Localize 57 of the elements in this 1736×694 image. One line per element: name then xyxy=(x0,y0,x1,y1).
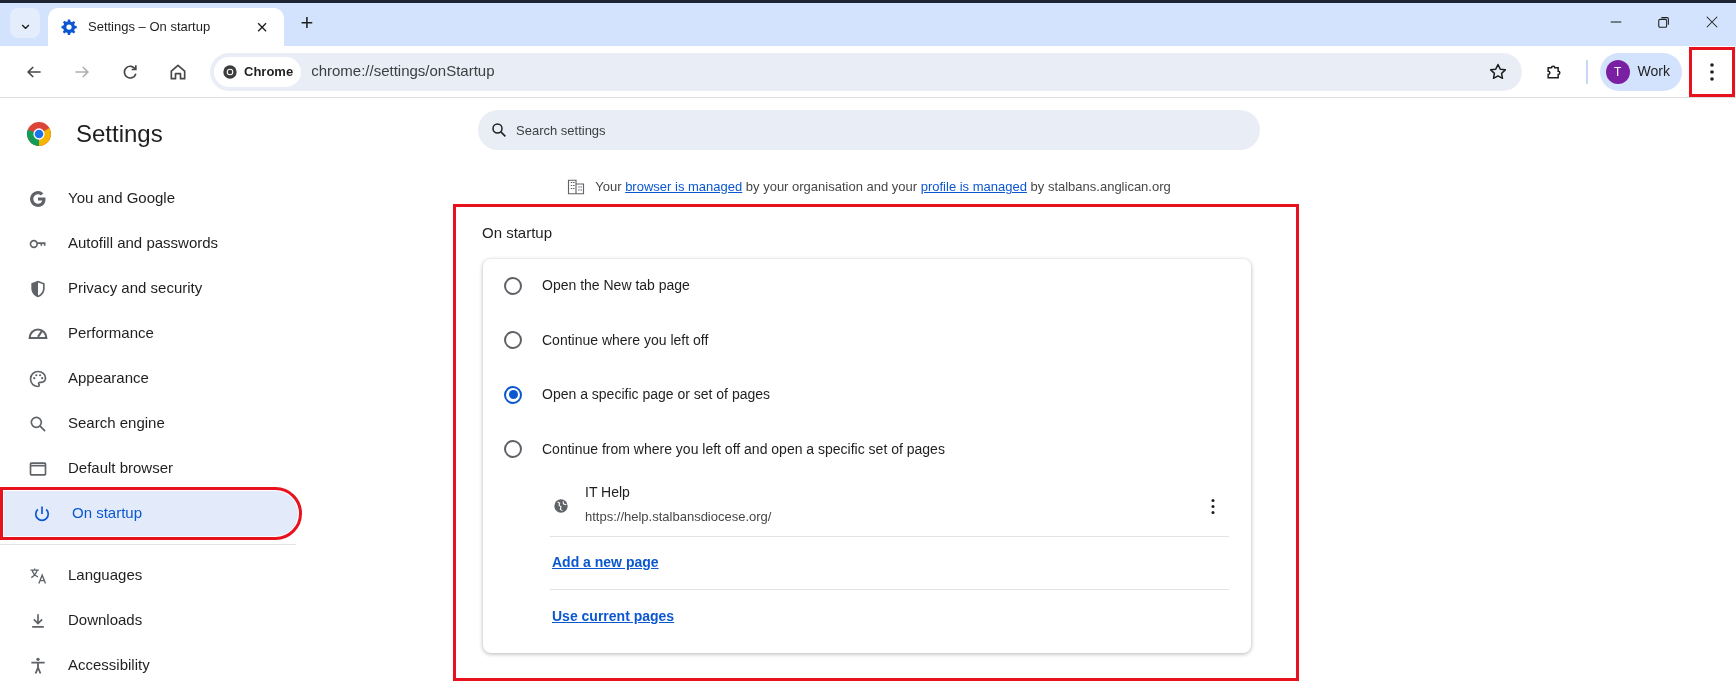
managed-notice: Your browser is managed by your organisation and your profile is managed by stalbans.anglican.org xyxy=(595,178,1171,197)
address-bar[interactable]: Chrome chrome://settings/onStartup xyxy=(210,52,1522,91)
close-icon[interactable] xyxy=(1705,15,1719,29)
menu-button[interactable] xyxy=(1692,49,1732,94)
sidebar-item[interactable]: Search engine xyxy=(0,401,298,446)
speedometer-icon xyxy=(28,328,48,339)
sidebar-item[interactable]: Appearance xyxy=(0,356,298,401)
option-label: Continue from where you left off and open a specific set of pages xyxy=(542,439,945,459)
sidebar-item[interactable]: Performance xyxy=(0,311,298,356)
chrome-logo-icon xyxy=(222,63,238,80)
option-label: Continue where you left off xyxy=(542,330,709,350)
profile-button[interactable]: T Work xyxy=(1599,52,1682,91)
person-icon xyxy=(28,655,48,676)
search-field[interactable]: Search settings xyxy=(478,110,1260,150)
more-vertical-icon[interactable] xyxy=(1211,497,1215,515)
palette-icon xyxy=(28,368,48,389)
building-icon xyxy=(567,178,586,196)
section-title: On startup xyxy=(482,223,554,243)
option-label: Open a specific page or set of pages xyxy=(542,385,771,405)
radio-button[interactable] xyxy=(504,385,522,404)
page-name: IT Help xyxy=(585,482,631,502)
option-label: Open the New tab page xyxy=(542,276,690,296)
link[interactable]: Add a new page xyxy=(552,552,659,573)
sidebar-item[interactable]: Downloads xyxy=(0,598,298,643)
sidebar-item[interactable]: Privacy and security xyxy=(0,266,298,311)
page-url: https://help.stalbansdiocese.org/ xyxy=(585,507,773,526)
chrome-logo-icon xyxy=(26,121,52,147)
tab-title: Settings – On startup xyxy=(88,18,212,37)
search-icon xyxy=(490,121,508,139)
link[interactable]: browser is managed xyxy=(625,179,743,195)
address-text: chrome://settings/onStartup xyxy=(311,61,496,82)
link[interactable]: profile is managed xyxy=(920,179,1027,195)
restore-icon[interactable] xyxy=(1657,15,1671,29)
sidebar-item[interactable]: Languages xyxy=(0,553,298,598)
profile-name: Work xyxy=(1637,62,1670,81)
sidebar-item[interactable]: Autofill and passwords xyxy=(0,221,298,266)
new-tab-button[interactable]: + xyxy=(292,8,322,38)
link[interactable]: Use current pages xyxy=(552,605,675,627)
gear-icon xyxy=(60,18,78,36)
close-tab-button[interactable]: × xyxy=(252,17,272,37)
sidebar-item[interactable]: You and Google xyxy=(0,176,298,221)
google-g-icon xyxy=(28,188,48,209)
more-vertical-icon xyxy=(1710,61,1714,82)
star-icon[interactable] xyxy=(1487,61,1508,82)
site-chip[interactable]: Chrome xyxy=(214,56,302,87)
avatar: T xyxy=(1605,59,1630,84)
chip-label: Chrome xyxy=(244,62,294,81)
sidebar-item[interactable]: Accessibility xyxy=(0,643,298,688)
radio-button[interactable] xyxy=(504,331,522,350)
sidebar-item[interactable]: Default browser xyxy=(0,446,298,491)
globe-icon xyxy=(553,498,569,514)
radio-button[interactable] xyxy=(504,276,522,295)
page-title: Settings xyxy=(76,119,163,149)
shield-icon xyxy=(28,278,48,299)
radio-button[interactable] xyxy=(504,440,522,459)
tab-list-button[interactable]: ⌄ xyxy=(10,8,40,38)
browser-tab[interactable]: Settings – On startup × xyxy=(48,8,284,46)
